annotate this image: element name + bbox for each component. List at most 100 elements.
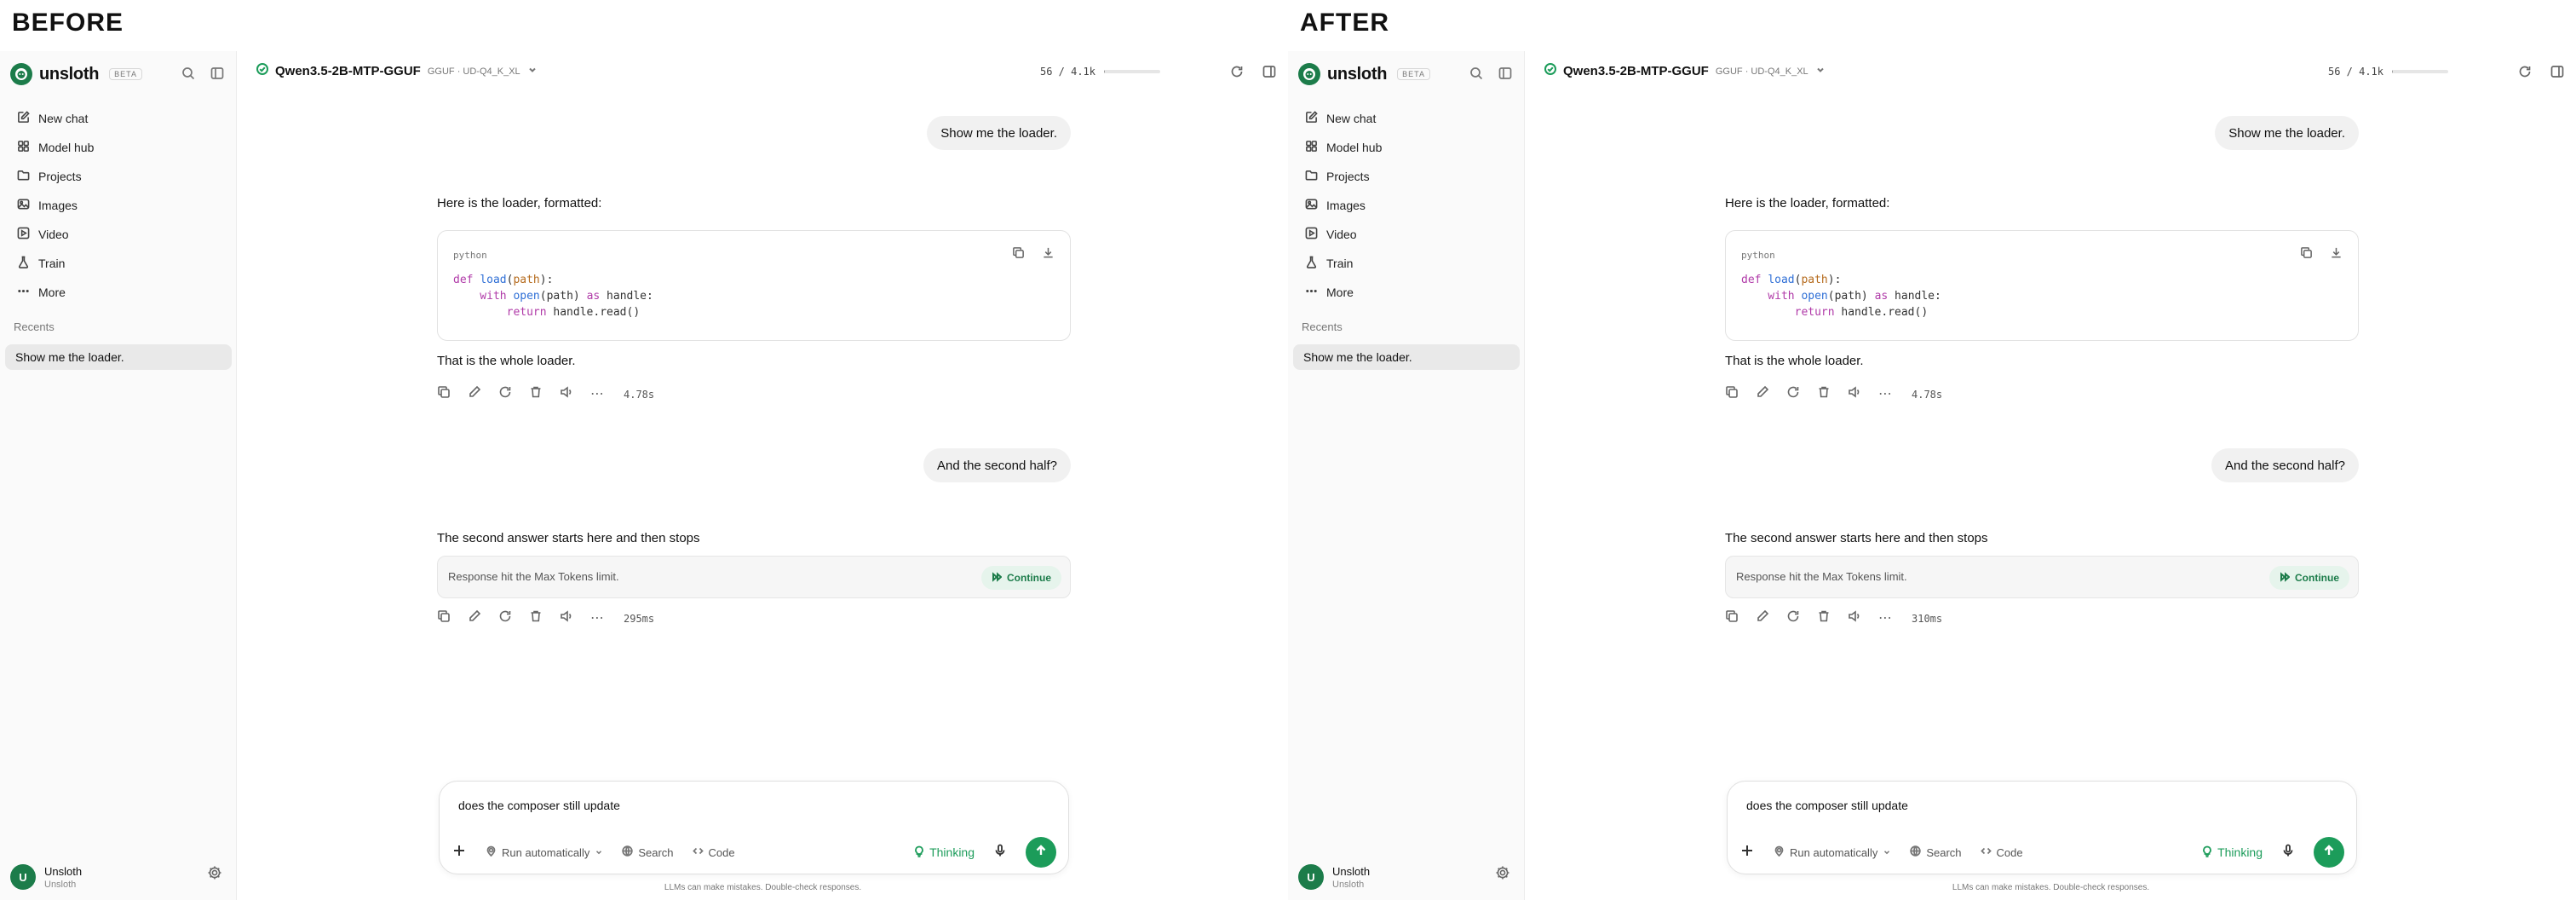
code-language: python	[1741, 250, 1775, 261]
more-options-icon[interactable]: ⋯	[1878, 611, 1893, 626]
image-icon	[1305, 198, 1318, 213]
regenerate-icon[interactable]	[1786, 385, 1800, 403]
regenerate-icon[interactable]	[1786, 609, 1800, 627]
sidebar-item-more[interactable]: More	[1295, 278, 1518, 307]
download-icon[interactable]	[1042, 246, 1055, 263]
sidebar-item-images[interactable]: Images	[1295, 191, 1518, 220]
copy-icon[interactable]	[1725, 609, 1739, 627]
sidebar-item-video[interactable]: Video	[1295, 220, 1518, 249]
response-time: 4.78s	[1912, 388, 1943, 401]
recents-heading: Recents	[14, 320, 55, 333]
video-icon	[1305, 227, 1318, 242]
speaker-icon[interactable]	[560, 609, 573, 627]
microphone-icon[interactable]	[2281, 844, 2295, 862]
top-bar: Qwen3.5-2B-MTP-GGUF GGUF · UD-Q4_K_XL 56…	[1526, 51, 2576, 90]
recent-chat-item[interactable]: Show me the loader.	[1293, 344, 1520, 370]
code-toggle[interactable]: Code	[692, 845, 735, 859]
model-selector[interactable]: Qwen3.5-2B-MTP-GGUF GGUF · UD-Q4_K_XL	[256, 63, 538, 79]
search-icon[interactable]	[1469, 66, 1483, 84]
continue-button[interactable]: Continue	[981, 566, 1061, 590]
run-mode-label: Run automatically	[1790, 845, 1878, 859]
recent-chat-item[interactable]: Show me the loader.	[5, 344, 232, 370]
edit-icon[interactable]	[468, 609, 481, 627]
sidebar-item-label: Model hub	[1326, 141, 1383, 154]
thinking-toggle[interactable]: Thinking	[2201, 845, 2263, 860]
composer-input[interactable]: does the composer still update	[458, 799, 620, 812]
continue-label: Continue	[1007, 572, 1051, 584]
message-composer[interactable]: does the composer still update Run autom…	[439, 781, 1069, 874]
lightbulb-icon	[913, 845, 925, 860]
trash-icon[interactable]	[529, 385, 543, 403]
run-mode-dropdown[interactable]: Run automatically	[1774, 845, 1891, 859]
refresh-icon[interactable]	[2518, 65, 2532, 83]
microphone-icon[interactable]	[993, 844, 1007, 862]
globe-icon	[622, 845, 634, 859]
sidebar-item-label: More	[38, 286, 66, 299]
sidebar-item-model-hub[interactable]: Model hub	[1295, 133, 1518, 162]
more-options-icon[interactable]: ⋯	[1878, 387, 1893, 401]
sidebar-item-train[interactable]: Train	[7, 249, 230, 278]
thinking-toggle[interactable]: Thinking	[913, 845, 975, 860]
trash-icon[interactable]	[1817, 609, 1831, 627]
speaker-icon[interactable]	[1848, 385, 1861, 403]
sidebar-item-train[interactable]: Train	[1295, 249, 1518, 278]
sidebar-item-images[interactable]: Images	[7, 191, 230, 220]
message-composer[interactable]: does the composer still update Run autom…	[1727, 781, 2357, 874]
search-toggle[interactable]: Search	[622, 845, 674, 859]
continue-label: Continue	[2295, 572, 2339, 584]
sidebar-item-model-hub[interactable]: Model hub	[7, 133, 230, 162]
copy-icon[interactable]	[437, 609, 451, 627]
plus-icon[interactable]	[451, 843, 467, 862]
send-button[interactable]	[1026, 837, 1056, 868]
copy-icon[interactable]	[2300, 246, 2313, 263]
search-toggle[interactable]: Search	[1910, 845, 1962, 859]
sidebar-item-more[interactable]: More	[7, 278, 230, 307]
model-selector[interactable]: Qwen3.5-2B-MTP-GGUF GGUF · UD-Q4_K_XL	[1544, 63, 1826, 79]
search-icon[interactable]	[181, 66, 195, 84]
send-button[interactable]	[2314, 837, 2344, 868]
user-profile[interactable]: U Unsloth Unsloth	[10, 864, 82, 890]
panel-layout-icon[interactable]	[2550, 65, 2564, 83]
copy-icon[interactable]	[1725, 385, 1739, 403]
regenerate-icon[interactable]	[498, 609, 512, 627]
gear-icon[interactable]	[1495, 865, 1510, 885]
continue-button[interactable]: Continue	[2269, 566, 2349, 590]
sidebar: unsloth BETA New chat Model hub Projects…	[1288, 51, 1525, 900]
max-tokens-notice: Response hit the Max Tokens limit. Conti…	[437, 556, 1071, 598]
refresh-icon[interactable]	[1230, 65, 1244, 83]
speaker-icon[interactable]	[560, 385, 573, 403]
beta-badge: BETA	[1397, 68, 1430, 80]
brand[interactable]: unsloth BETA	[1298, 61, 1430, 87]
disclaimer: LLMs can make mistakes. Double-check res…	[1952, 883, 2150, 892]
sidebar-item-projects[interactable]: Projects	[1295, 162, 1518, 191]
model-quant: GGUF · UD-Q4_K_XL	[427, 66, 520, 77]
download-icon[interactable]	[2330, 246, 2343, 263]
composer-input[interactable]: does the composer still update	[1746, 799, 1908, 812]
panel-layout-icon[interactable]	[1262, 65, 1276, 83]
sidebar-item-new-chat[interactable]: New chat	[7, 104, 230, 133]
edit-icon[interactable]	[1756, 609, 1769, 627]
sidebar-toggle-icon[interactable]	[1498, 66, 1512, 84]
sidebar-item-new-chat[interactable]: New chat	[1295, 104, 1518, 133]
edit-icon[interactable]	[468, 385, 481, 403]
sidebar-item-projects[interactable]: Projects	[7, 162, 230, 191]
gear-icon[interactable]	[207, 865, 222, 885]
regenerate-icon[interactable]	[498, 385, 512, 403]
speaker-icon[interactable]	[1848, 609, 1861, 627]
edit-icon[interactable]	[1756, 385, 1769, 403]
more-options-icon[interactable]: ⋯	[590, 611, 605, 626]
trash-icon[interactable]	[529, 609, 543, 627]
copy-icon[interactable]	[437, 385, 451, 403]
user-profile[interactable]: U Unsloth Unsloth	[1298, 864, 1370, 890]
code-toggle[interactable]: Code	[1980, 845, 2023, 859]
flask-icon	[17, 256, 30, 271]
sidebar-item-video[interactable]: Video	[7, 220, 230, 249]
copy-icon[interactable]	[1012, 246, 1025, 263]
run-mode-dropdown[interactable]: Run automatically	[486, 845, 603, 859]
more-options-icon[interactable]: ⋯	[590, 387, 605, 401]
plus-icon[interactable]	[1739, 843, 1755, 862]
trash-icon[interactable]	[1817, 385, 1831, 403]
brand[interactable]: unsloth BETA	[10, 61, 142, 87]
thinking-label: Thinking	[929, 845, 975, 859]
sidebar-toggle-icon[interactable]	[210, 66, 224, 84]
